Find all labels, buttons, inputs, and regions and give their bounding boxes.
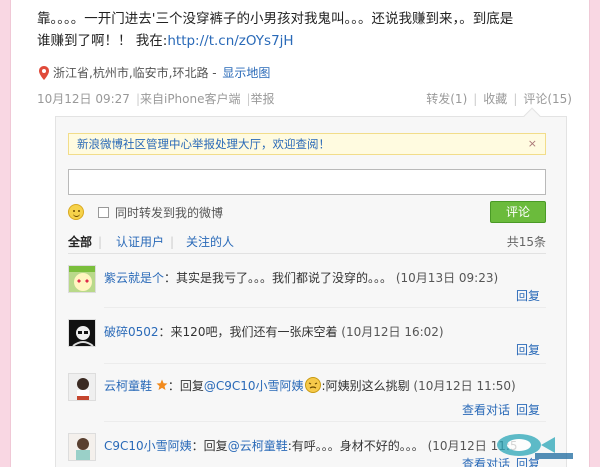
- reply-link[interactable]: 回复: [516, 341, 540, 358]
- emoticon-icon: [304, 377, 321, 393]
- emoticon-icon[interactable]: [68, 204, 84, 220]
- reply-link[interactable]: 回复: [516, 401, 540, 418]
- comment-reply-prefix: ：回复: [191, 439, 228, 453]
- comment-time: (10月12日 16:02): [341, 325, 444, 339]
- comment-link[interactable]: 评论(15): [523, 92, 572, 106]
- avatar[interactable]: [68, 265, 96, 293]
- comment-mention[interactable]: @云柯童鞋: [228, 439, 288, 453]
- location-text: 浙江省,杭州市,临安市,环北路: [53, 66, 209, 80]
- tab-underline: [68, 253, 546, 254]
- comment-username[interactable]: C9C10小雪阿姨: [104, 439, 192, 453]
- tab-all[interactable]: 全部: [68, 233, 92, 250]
- location-separator: -: [208, 65, 221, 80]
- comment-username[interactable]: 紫云就是个: [104, 271, 164, 285]
- comment-text: 破碎0502：来120吧，我们还有一张床空着 (10月12日 16:02): [104, 323, 444, 340]
- forward-checkbox-label: 同时转发到我的微博: [115, 205, 224, 220]
- comment-body: :阿姨别这么挑剔: [321, 379, 410, 393]
- avatar-image: [69, 320, 95, 346]
- post-text: 靠。。。。一开门进去'三个没穿裤子的小男孩对我鬼叫。。。还说我赚到来，。到底是 …: [37, 8, 577, 52]
- comment-filter-tabs: 全部 | 认证用户 | 关注的人 共15条: [68, 233, 546, 253]
- forward-link[interactable]: 转发(1): [426, 92, 467, 106]
- comment-text: 云柯童鞋 ：回复@C9C10小雪阿姨 :阿姨别这么挑剔 (10月12日 11:5…: [104, 377, 516, 394]
- favorite-link[interactable]: 收藏: [483, 92, 507, 106]
- comment-input[interactable]: [68, 169, 546, 195]
- comment-mention[interactable]: @C9C10小雪阿姨: [204, 379, 304, 393]
- post-source[interactable]: 来自iPhone客户端: [140, 92, 241, 106]
- tab-divider: |: [170, 235, 175, 249]
- vip-star-icon: [156, 379, 168, 390]
- comment-body: ：来120吧，我们还有一张床空着: [158, 325, 338, 339]
- avatar-image: [69, 434, 95, 460]
- post-text-line2: 谁赚到了啊！！ 我在:: [37, 33, 168, 49]
- post-text-line1: 靠。。。。一开门进去'三个没穿裤子的小男孩对我鬼叫。。。还说我赚到来，。到底是: [37, 11, 514, 27]
- panel-arrow: [523, 107, 541, 125]
- comment-time: (10月12日 11:50): [413, 379, 516, 393]
- show-map-link[interactable]: 显示地图: [222, 64, 270, 81]
- comment-divider: [104, 307, 546, 308]
- avatar[interactable]: [68, 433, 96, 461]
- avatar-image: [69, 266, 95, 292]
- comment-panel: 新浪微博社区管理中心举报处理大厅，欢迎查阅！ × 同时转发到我的微博 评论 全部…: [55, 107, 567, 467]
- comment-time: (10月13日 09:23): [395, 271, 499, 285]
- post-meta: 10月12日 09:27 |来自iPhone客户端 |举报 转发(1) | 收藏 | 评论(…: [37, 92, 572, 106]
- comment-divider: [104, 421, 546, 422]
- comment-text: C9C10小雪阿姨：回复@云柯童鞋:有呼。。。身材不好的。。。 (10月12日 …: [104, 437, 518, 454]
- location-pin-icon: [39, 65, 49, 80]
- reply-link[interactable]: 回复: [516, 287, 540, 304]
- comment-total-count: 共15条: [506, 235, 546, 249]
- tab-following[interactable]: 关注的人: [186, 233, 234, 250]
- avatar-image: [69, 374, 95, 400]
- comment-body: :有呼。。。身材不好的。。。: [287, 439, 424, 453]
- notice-bar[interactable]: 新浪微博社区管理中心举报处理大厅，欢迎查阅！ ×: [68, 133, 546, 155]
- weibo-post-card: 靠。。。。一开门进去'三个没穿裤子的小男孩对我鬼叫。。。还说我赚到来，。到底是 …: [10, 0, 590, 467]
- avatar[interactable]: [68, 373, 96, 401]
- forward-checkbox[interactable]: [98, 206, 109, 218]
- notice-text[interactable]: 新浪微博社区管理中心举报处理大厅，欢迎查阅！: [77, 137, 330, 151]
- avatar[interactable]: [68, 319, 96, 347]
- comment-body: ：其实是我亏了。。。我们都说了没穿的。。。: [164, 271, 393, 285]
- comment-reply-prefix: ：回复: [167, 379, 204, 393]
- short-url-link[interactable]: http://t.cn/zOYs7jH: [167, 33, 293, 49]
- comment-username[interactable]: 破碎0502: [104, 325, 159, 339]
- comment-username[interactable]: 云柯童鞋: [104, 379, 152, 393]
- comment-divider: [104, 363, 546, 364]
- tab-verified[interactable]: 认证用户: [116, 233, 164, 250]
- view-conversation-link[interactable]: 查看对话: [462, 401, 510, 418]
- comment-options-row: 同时转发到我的微博 评论: [68, 201, 546, 223]
- post-time[interactable]: 10月12日 09:27: [37, 92, 130, 106]
- close-icon[interactable]: ×: [528, 134, 537, 154]
- tab-divider: |: [98, 235, 103, 249]
- location-row: 浙江省,杭州市,临安市,环北路 - 显示地图: [39, 64, 270, 81]
- submit-comment-button[interactable]: 评论: [490, 201, 546, 223]
- watermark-logo: [497, 434, 573, 459]
- comment-text: 紫云就是个：其实是我亏了。。。我们都说了没穿的。。。 (10月13日 09:23…: [104, 269, 498, 286]
- report-link[interactable]: 举报: [251, 92, 275, 106]
